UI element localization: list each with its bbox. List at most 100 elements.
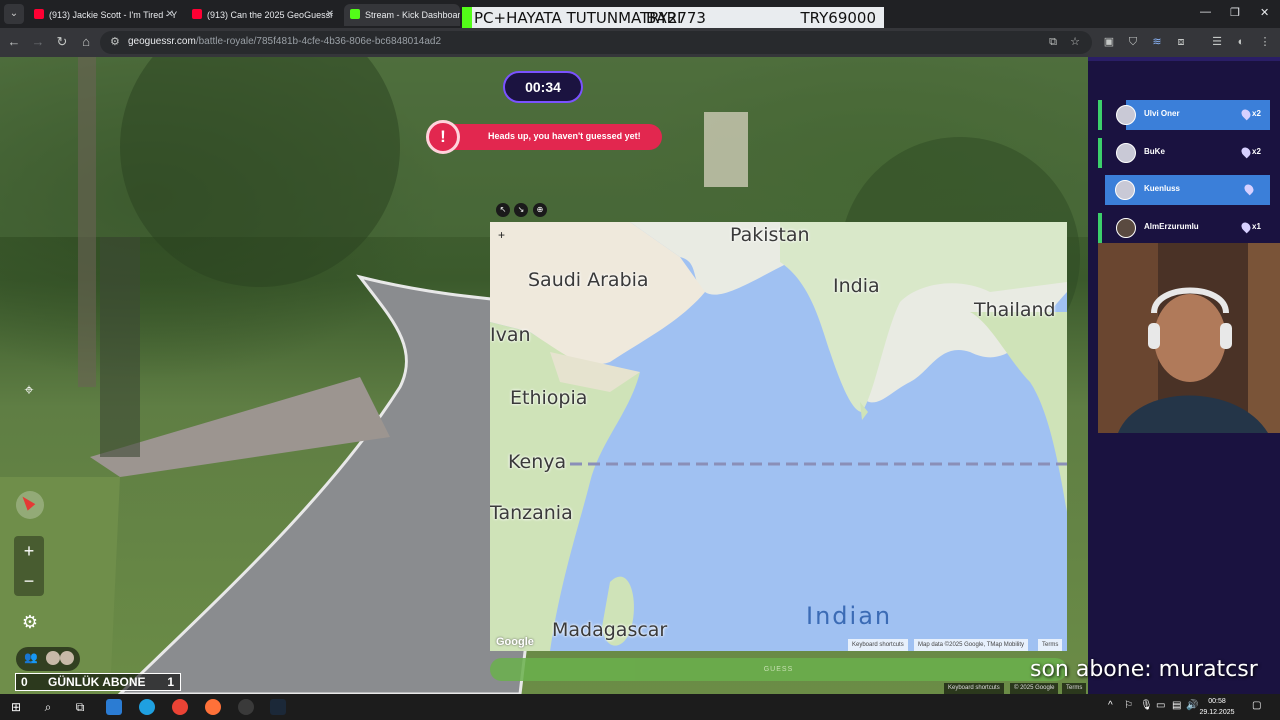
google-logo: Google <box>496 636 534 648</box>
guess-map[interactable]: + Pakistan Saudi Arabia India Thailand E… <box>490 222 1067 651</box>
microphone-icon[interactable]: 🎙 <box>1140 700 1153 711</box>
edge-icon[interactable] <box>139 699 155 715</box>
avatar <box>1115 180 1135 200</box>
tab-kick-dashboard[interactable]: Stream - Kick Dashboard <box>344 4 460 26</box>
spectators-pill[interactable]: 👥 <box>16 647 80 671</box>
zoom-out-button[interactable]: − <box>14 566 44 596</box>
goal-current: TRY2773 <box>640 9 706 27</box>
player-row[interactable]: BuKe x2 <box>1098 138 1270 168</box>
avatar <box>46 651 60 665</box>
tab-geoguessr-video[interactable]: (913) Can the 2025 GeoGuessr ✕ <box>186 4 340 26</box>
map-plus-icon[interactable]: + <box>498 228 505 242</box>
steam-icon[interactable] <box>270 699 286 715</box>
reading-list-icon[interactable]: ☰ <box>1210 35 1224 49</box>
guess-pin-icon <box>1242 182 1256 196</box>
media-icon[interactable]: ▣ <box>1102 35 1116 49</box>
menu-icon[interactable]: ⋮ <box>1258 35 1272 49</box>
map-expand-icon[interactable]: ↖ <box>496 203 510 217</box>
street-terms[interactable]: Terms <box>1062 683 1087 694</box>
not-guessed-alert: ! Heads up, you haven't guessed yet! <box>426 120 662 154</box>
map-label-ethiopia: Ethiopia <box>510 387 588 409</box>
install-app-icon[interactable]: ⧉ <box>1046 35 1060 49</box>
alert-message: Heads up, you haven't guessed yet! <box>488 131 641 141</box>
home-icon[interactable]: ⌂ <box>78 34 94 50</box>
tab-search-icon[interactable]: ⌄ <box>4 4 24 24</box>
map-shrink-icon[interactable]: ↘ <box>514 203 528 217</box>
guess-button[interactable]: GUESS <box>490 658 1067 681</box>
player-row-self[interactable]: Kuenluss <box>1105 175 1270 205</box>
map-keyboard-shortcuts[interactable]: Keyboard shortcuts <box>848 639 908 651</box>
goal-target: TRY69000 <box>800 9 876 27</box>
forward-icon[interactable]: → <box>30 34 46 50</box>
bookmark-star-icon[interactable]: ☆ <box>1068 35 1082 49</box>
street-view-panorama[interactable]: 00:34 ! Heads up, you haven't guessed ye… <box>0 57 1088 694</box>
tray-app-icon[interactable]: ⚐ <box>1124 700 1133 711</box>
back-icon[interactable]: ← <box>6 34 22 50</box>
windows-taskbar: ⊞ ⌕ ⧉ ^ ⚐ 🎙 ▭ ▤ 🔊 00:58 29.12.2025 ▢ <box>0 694 1280 720</box>
extensions-icon[interactable]: ⧈ <box>1174 35 1188 49</box>
notifications-icon[interactable]: ▢ <box>1252 700 1261 711</box>
map-pin-icon[interactable]: ⊕ <box>533 203 547 217</box>
round-timer: 00:34 <box>503 71 583 103</box>
url-path: /battle-royale/785f481b-4cfe-4b36-806e-b… <box>195 36 442 47</box>
tab-jackie-scott[interactable]: (913) Jackie Scott - I'm Tired - Y ✕ <box>28 4 180 26</box>
player-name: Kuenluss <box>1144 184 1181 193</box>
player-name: AlmErzurumlu <box>1144 222 1199 231</box>
youtube-icon <box>192 9 202 19</box>
network-icon[interactable]: ▤ <box>1172 700 1181 711</box>
player-lives: x2 <box>1252 147 1261 156</box>
map-label-indian-ocean: Indian <box>806 602 893 630</box>
extension-wave-icon[interactable]: ≋ <box>1150 35 1164 49</box>
players-sidebar: Ulvi Oner x2 BuKe x2 Kuenluss AlmErzurum… <box>1088 57 1280 694</box>
player-lives: x1 <box>1252 222 1261 231</box>
map-data-credit: Map data ©2025 Google, TMap Mobility <box>914 639 1029 651</box>
firefox-icon[interactable] <box>205 699 221 715</box>
report-location-icon[interactable]: ⌖ <box>16 378 42 404</box>
tray-device-icon[interactable]: ▭ <box>1156 700 1165 711</box>
avatar <box>60 651 74 665</box>
browser-toolbar: ← → ↻ ⌂ ⚙ geoguessr.com/battle-royale/78… <box>0 28 1280 57</box>
maximize-icon[interactable]: ❐ <box>1230 6 1240 19</box>
reload-icon[interactable]: ↻ <box>54 34 70 50</box>
minimize-icon[interactable]: — <box>1200 6 1211 18</box>
stream-goal-overlay: PC+HAYATA TUTUNMA BARI TRY2773 TRY69000 <box>462 7 884 28</box>
profile-icon[interactable]: ◐ <box>1234 35 1248 49</box>
map-label-iran: Ivan <box>490 324 531 346</box>
tray-chevron-icon[interactable]: ^ <box>1108 700 1113 711</box>
shield-icon[interactable]: ⛉ <box>1126 35 1140 49</box>
kick-icon <box>350 9 360 19</box>
warning-icon: ! <box>426 120 460 154</box>
guess-pin-icon <box>1239 145 1253 159</box>
system-clock[interactable]: 00:58 29.12.2025 <box>1196 696 1238 718</box>
search-icon[interactable]: ⌕ <box>40 699 56 715</box>
copilot-icon[interactable] <box>106 699 122 715</box>
youtube-icon <box>34 9 44 19</box>
map-terms[interactable]: Terms <box>1038 639 1063 651</box>
player-lives: x2 <box>1252 109 1261 118</box>
zoom-in-button[interactable]: + <box>14 536 44 566</box>
site-info-icon[interactable]: ⚙ <box>110 35 120 48</box>
obs-icon[interactable] <box>238 699 254 715</box>
avatar <box>1116 143 1136 163</box>
player-row[interactable]: Ulvi Oner x2 <box>1098 100 1270 130</box>
close-window-icon[interactable]: ✕ <box>1260 6 1269 19</box>
compass-icon[interactable] <box>16 491 44 519</box>
map-label-saudi-arabia: Saudi Arabia <box>528 269 649 291</box>
chrome-icon[interactable] <box>172 699 188 715</box>
settings-gear-icon[interactable]: ⚙ <box>16 608 44 636</box>
windows-start-icon[interactable]: ⊞ <box>8 699 24 715</box>
map-label-india: India <box>833 275 880 297</box>
zoom-controls: + − <box>14 536 44 596</box>
map-label-thailand: Thailand <box>974 299 1056 321</box>
close-tab-icon[interactable]: ✕ <box>326 4 334 26</box>
street-keyboard-shortcuts[interactable]: Keyboard shortcuts <box>944 683 1004 694</box>
player-name: BuKe <box>1144 147 1165 156</box>
map-label-madagascar: Madagascar <box>552 619 668 641</box>
close-tab-icon[interactable]: ✕ <box>166 4 174 26</box>
player-row[interactable]: AlmErzurumlu x1 <box>1098 213 1270 243</box>
street-google-credit: © 2025 Google <box>1010 683 1059 694</box>
avatar <box>1116 105 1136 125</box>
people-icon: 👥 <box>24 652 38 664</box>
task-view-icon[interactable]: ⧉ <box>72 699 88 715</box>
address-bar[interactable]: ⚙ geoguessr.com/battle-royale/785f481b-4… <box>100 31 1092 54</box>
